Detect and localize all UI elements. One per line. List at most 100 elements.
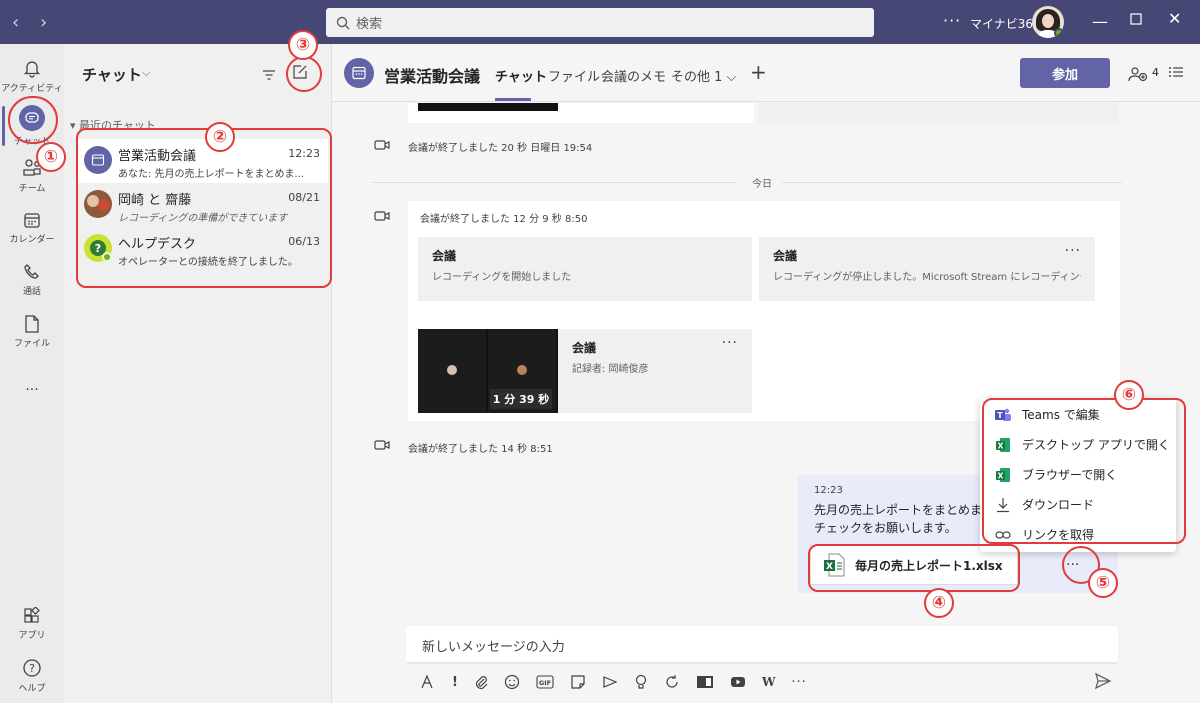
back-icon[interactable]: ‹ bbox=[12, 12, 19, 33]
meeting-calendar-icon bbox=[344, 58, 374, 88]
chat-list-title[interactable]: チャット bbox=[82, 64, 142, 85]
recording-started-card[interactable]: 会議 レコーディングを開始しました bbox=[418, 237, 752, 301]
menu-item-label: デスクトップ アプリで開く bbox=[1022, 438, 1170, 452]
video-camera-icon bbox=[374, 140, 390, 150]
card-title: 会議 bbox=[773, 249, 798, 263]
group-avatar bbox=[84, 190, 112, 218]
new-chat-icon[interactable] bbox=[292, 64, 308, 84]
tab-chat[interactable]: チャット bbox=[495, 66, 547, 85]
chat-header: 営業活動会議 チャット ファイル 会議のメモ その他 1 ⌵ + 参加 4 bbox=[332, 44, 1200, 102]
rail-item-activity[interactable]: アクティビティ bbox=[0, 50, 64, 102]
chat-time: 08/21 bbox=[288, 191, 320, 204]
wikipedia-icon[interactable]: W bbox=[762, 675, 775, 689]
menu-item-download[interactable]: ダウンロード bbox=[994, 496, 1094, 513]
rail-item-help[interactable]: ? ヘルプ bbox=[0, 650, 64, 702]
excel-file-icon: X bbox=[824, 553, 845, 577]
search-input[interactable]: 検索 bbox=[326, 8, 874, 37]
message-compose-input[interactable]: 新しいメッセージの入力 bbox=[406, 626, 1118, 664]
more-apps-icon[interactable]: ··· bbox=[791, 675, 806, 690]
youtube-icon[interactable] bbox=[730, 676, 746, 688]
rail-item-more[interactable]: ... bbox=[0, 360, 64, 412]
annotation-badge: ⑥ bbox=[1114, 380, 1144, 410]
menu-item-open-desktop[interactable]: X デスクトップ アプリで開く bbox=[994, 436, 1170, 453]
meet-now-icon[interactable] bbox=[602, 675, 618, 689]
tab-files[interactable]: ファイル bbox=[548, 66, 600, 85]
meeting-ended-notice: 会議が終了しました 14 秒 8:51 bbox=[408, 444, 553, 455]
file-icon bbox=[25, 315, 39, 333]
recent-chats-header[interactable]: ▾ 最近のチャット bbox=[70, 117, 156, 133]
rail-item-calendar[interactable]: カレンダー bbox=[0, 202, 64, 254]
avatar[interactable] bbox=[1032, 6, 1064, 38]
chat-item-helpdesk[interactable]: ? ヘルプデスク 06/13 オペレーターとの接続を終了しました。 bbox=[76, 227, 328, 271]
loop-icon[interactable] bbox=[664, 674, 680, 690]
help-icon: ? bbox=[23, 659, 41, 677]
rail-item-apps[interactable]: アプリ bbox=[0, 598, 64, 650]
chat-time: 06/13 bbox=[288, 235, 320, 248]
message-time: 12:23 bbox=[814, 485, 843, 496]
file-more-options-icon[interactable]: ··· bbox=[1066, 557, 1079, 573]
rail-item-calls[interactable]: 通話 bbox=[0, 254, 64, 306]
emoji-icon[interactable] bbox=[504, 674, 520, 690]
chat-name: ヘルプデスク bbox=[118, 237, 197, 252]
add-tab-icon[interactable]: + bbox=[750, 60, 767, 84]
attach-icon[interactable] bbox=[474, 674, 488, 690]
svg-text:X: X bbox=[998, 471, 1004, 480]
recording-card[interactable]: 会議 記録者: 岡崎俊彦 ··· bbox=[558, 329, 752, 413]
rail-item-files[interactable]: ファイル bbox=[0, 306, 64, 358]
send-icon[interactable] bbox=[1094, 672, 1112, 694]
file-name: 毎月の売上レポート1.xlsx bbox=[855, 558, 1003, 573]
praise-icon[interactable] bbox=[634, 674, 648, 690]
minimize-icon[interactable]: — bbox=[1092, 12, 1108, 31]
org-name[interactable]: マイナビ365 bbox=[970, 15, 1041, 32]
gif-icon[interactable]: GIF bbox=[536, 675, 554, 689]
rail-label: カレンダー bbox=[9, 235, 55, 245]
chat-list-panel: チャット ⌵ ▾ 最近のチャット 営業活動会議 12:23 あなた: 先月の売上… bbox=[64, 44, 332, 703]
format-icon[interactable] bbox=[420, 674, 436, 690]
chat-preview: あなた: 先月の売上レポートをまとめま... bbox=[118, 169, 305, 180]
message-text: チェックをお願いします。 bbox=[814, 521, 957, 535]
svg-text:GIF: GIF bbox=[539, 679, 551, 687]
tab-meeting-notes[interactable]: 会議のメモ bbox=[601, 66, 666, 85]
menu-item-open-browser[interactable]: X ブラウザーで開く bbox=[994, 466, 1117, 483]
tab-more[interactable]: その他 1 ⌵ bbox=[671, 66, 736, 85]
close-icon[interactable]: ✕ bbox=[1168, 9, 1181, 28]
participant-count: 4 bbox=[1152, 66, 1159, 79]
menu-item-edit-in-teams[interactable]: T Teams で編集 bbox=[994, 406, 1100, 423]
page-title: 営業活動会議 bbox=[384, 67, 481, 86]
chat-item-okazaki-saito[interactable]: 岡崎 と 齋藤 08/21 レコーディングの準備ができています bbox=[76, 183, 328, 227]
recording-thumbnail[interactable]: 1 分 39 秒 bbox=[418, 329, 558, 413]
menu-item-label: ダウンロード bbox=[1022, 498, 1095, 512]
chat-icon bbox=[19, 105, 45, 131]
list-icon[interactable] bbox=[1168, 64, 1184, 83]
filter-icon[interactable] bbox=[262, 66, 276, 85]
forms-icon[interactable] bbox=[696, 674, 714, 690]
chat-name: 営業活動会議 bbox=[118, 149, 197, 164]
compose-placeholder: 新しいメッセージの入力 bbox=[422, 640, 565, 655]
svg-text:X: X bbox=[826, 562, 833, 572]
chat-preview: オペレーターとの接続を終了しました。 bbox=[118, 257, 298, 268]
menu-item-get-link[interactable]: リンクを取得 bbox=[994, 526, 1094, 543]
bell-icon bbox=[23, 61, 41, 78]
calendar-icon bbox=[24, 213, 40, 228]
settings-more-icon[interactable]: ··· bbox=[943, 11, 961, 30]
more-options-icon[interactable]: ··· bbox=[1065, 243, 1081, 259]
participants-icon[interactable] bbox=[1128, 66, 1148, 85]
sticker-icon[interactable] bbox=[570, 674, 586, 690]
active-tab-indicator bbox=[495, 98, 531, 101]
important-icon[interactable]: ! bbox=[452, 675, 458, 690]
chat-item-meeting[interactable]: 営業活動会議 12:23 あなた: 先月の売上レポートをまとめま... bbox=[76, 139, 328, 183]
meeting-ended-notice: 会議が終了しました 20 秒 日曜日 19:54 bbox=[408, 143, 593, 154]
rail-label: チーム bbox=[18, 184, 46, 194]
svg-text:T: T bbox=[997, 411, 1003, 420]
search-icon bbox=[336, 16, 350, 29]
forward-icon[interactable]: › bbox=[40, 12, 47, 33]
join-button[interactable]: 参加 bbox=[1020, 58, 1110, 88]
more-options-icon[interactable]: ··· bbox=[722, 335, 738, 351]
rail-label: 通話 bbox=[22, 287, 41, 297]
chat-preview: レコーディングの準備ができています bbox=[118, 213, 288, 224]
maximize-icon[interactable] bbox=[1130, 10, 1142, 29]
chevron-down-icon[interactable]: ⌵ bbox=[142, 66, 150, 80]
svg-text:X: X bbox=[998, 441, 1004, 450]
recording-stopped-card[interactable]: 会議 レコーディングが停止しました。Microsoft Stream にレコーデ… bbox=[759, 237, 1095, 301]
video-camera-icon bbox=[374, 211, 390, 221]
